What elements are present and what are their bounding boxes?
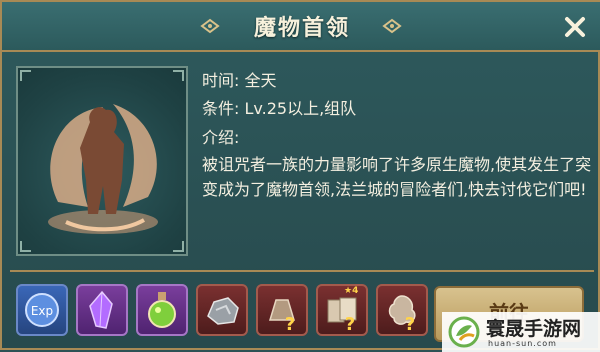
time-row: 时间: 全天 [202, 67, 277, 91]
panel-title: 魔物首领 [253, 16, 350, 41]
time-value: 全天 [244, 71, 277, 90]
svg-text:?: ? [285, 314, 295, 334]
watermark-text: 寰晟手游网 [486, 318, 582, 340]
reward-slot-crystal[interactable] [76, 284, 128, 336]
boss-description: 被诅咒者一族的力量影响了许多原生魔物,使其发生了突变成为了魔物首领,法兰城的冒险… [202, 155, 592, 199]
frame-corner-icon [20, 70, 31, 81]
reward-slot-card-pack[interactable]: ? ★4 [316, 284, 368, 336]
condition-row: 条件: Lv.25以上,组队 [202, 95, 356, 119]
exp-icon: Exp [25, 293, 59, 327]
close-icon[interactable] [560, 12, 590, 42]
frame-corner-icon [173, 70, 184, 81]
star-count: 4 [352, 286, 359, 296]
reward-slot-equipment[interactable]: ? [256, 284, 308, 336]
watermark-url: huan-sun.com [488, 339, 557, 348]
boss-info-panel: 魔物首领 时间: 全天 条件: Lv.25以上,组队 介绍: 被诅咒者一族的力量… [0, 0, 600, 352]
mystery-accessory-icon: ? [388, 295, 416, 335]
star-badge: ★4 [344, 286, 359, 296]
reward-slot-exp[interactable]: Exp [16, 284, 68, 336]
mystery-equipment-icon: ? [268, 299, 295, 335]
condition-label: 条件: [202, 99, 240, 118]
section-divider [10, 270, 594, 272]
title-ornament-right-icon [382, 18, 402, 34]
svg-text:?: ? [405, 314, 415, 334]
potion-bottle-icon [148, 292, 176, 328]
reward-slot-potion[interactable] [136, 284, 188, 336]
intro-label: 介绍: [202, 128, 240, 147]
time-label: 时间: [202, 71, 240, 90]
reward-slot-accessory[interactable]: ? [376, 284, 428, 336]
ore-stone-icon [207, 297, 239, 325]
svg-text:?: ? [345, 314, 355, 334]
boss-portrait [16, 66, 188, 256]
panel-header: 魔物首领 [2, 2, 600, 52]
reward-slot-ore[interactable] [196, 284, 248, 336]
mystery-card-pack-icon: ? [327, 297, 357, 335]
site-watermark: 寰晟手游网 huan-sun.com [442, 312, 600, 352]
purple-crystal-icon [89, 290, 113, 329]
exp-label: Exp [31, 304, 53, 318]
boss-silhouette-icon [48, 104, 158, 234]
site-logo-icon [448, 316, 480, 348]
condition-value: Lv.25以上,组队 [244, 99, 357, 118]
